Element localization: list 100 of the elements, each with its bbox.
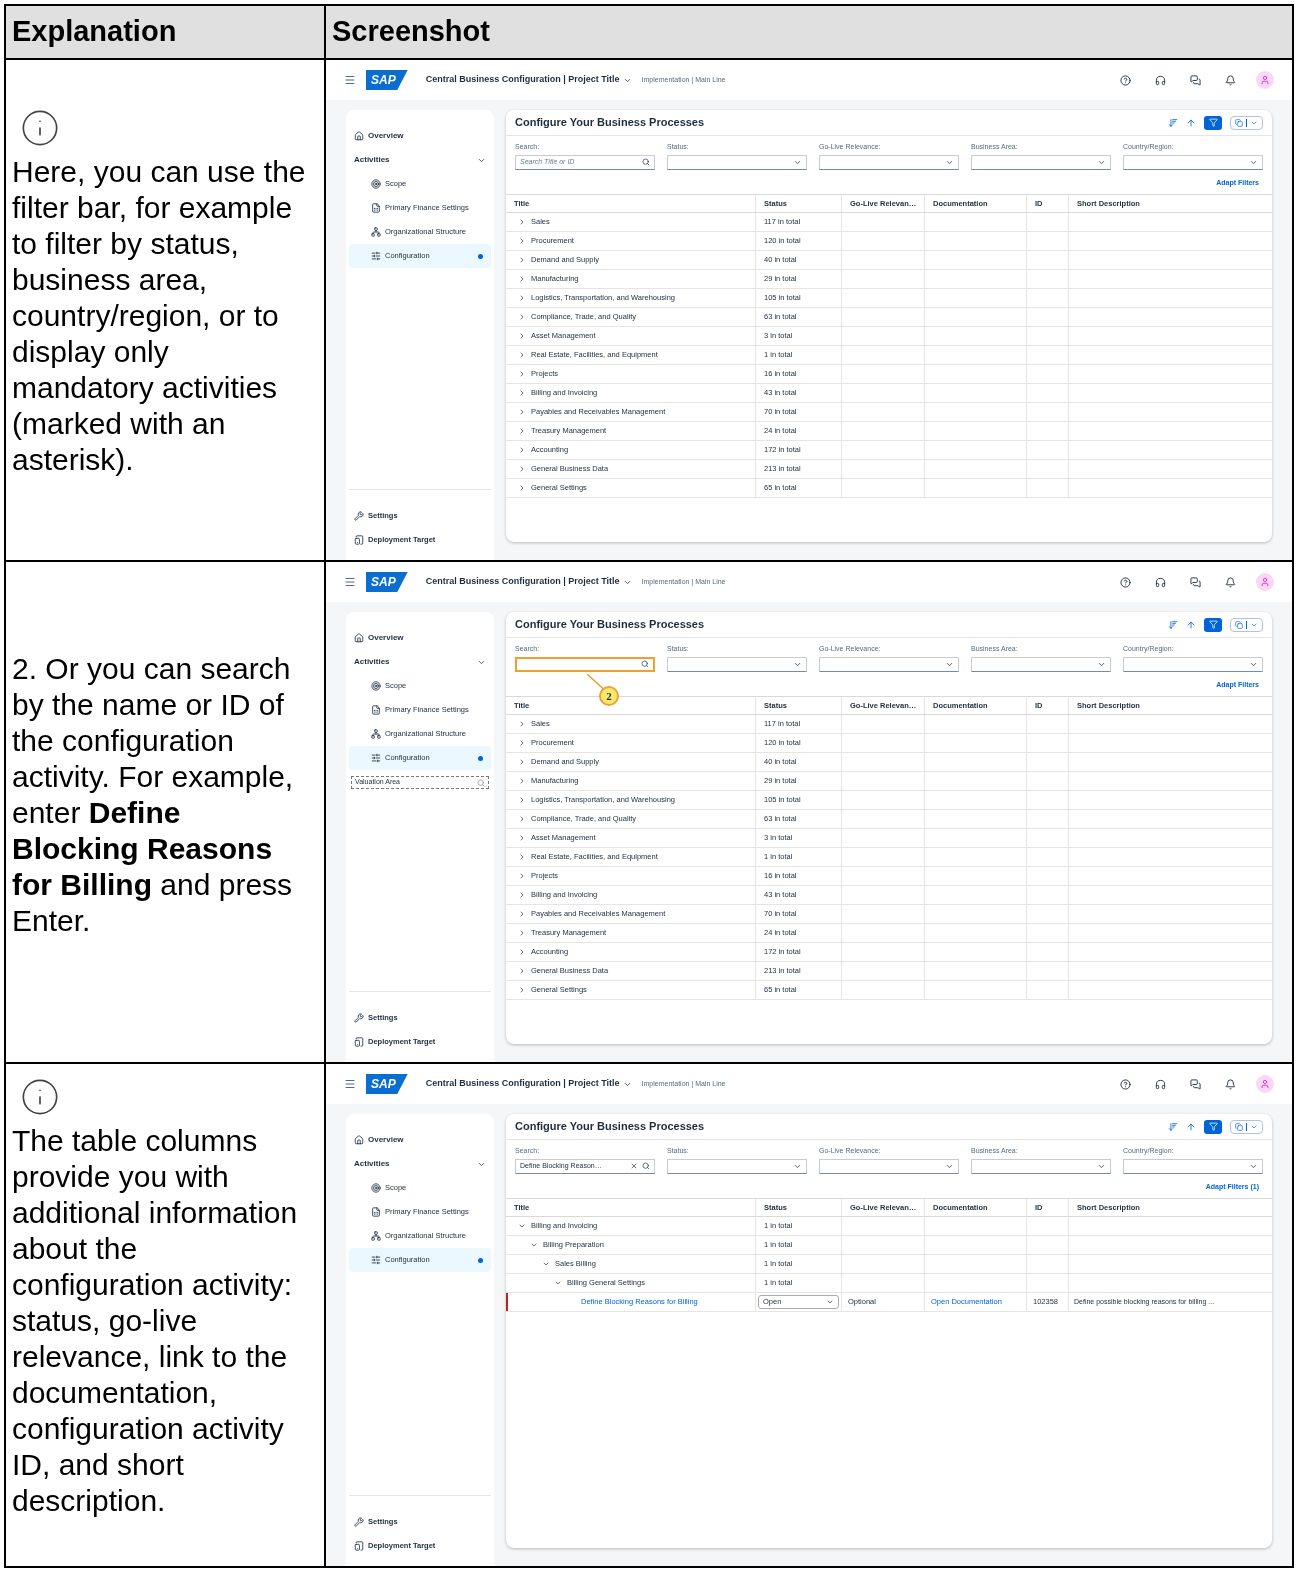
select-field[interactable]: [971, 154, 1111, 170]
menu-icon[interactable]: [344, 1078, 356, 1090]
select-field[interactable]: [819, 656, 959, 672]
copy-menu-button[interactable]: [1230, 115, 1263, 130]
chat-icon[interactable]: [1190, 74, 1201, 86]
chevron-right-icon: [518, 484, 526, 492]
filter-icon: [1208, 1122, 1218, 1131]
logo: SAP: [366, 572, 408, 592]
sidebar-item[interactable]: Overview: [349, 124, 491, 148]
select-field[interactable]: [1123, 154, 1263, 170]
sliders-icon: [371, 753, 381, 763]
chevron-right-icon: [518, 446, 526, 454]
app-title[interactable]: Central Business Configuration | Project Title: [425, 575, 632, 589]
chevron-down-icon: [518, 1222, 526, 1230]
spreadsheet-icon: [371, 705, 381, 715]
explanation-text: The table columns provide you with additional information about the configuration activity: status, go-live relevance, link to the documentation, configuration activity ID, and short description.: [12, 1123, 299, 1519]
select-field[interactable]: [667, 656, 807, 672]
explanation-text: Here, you can use the filter bar, for example to filter by status, business area, country/region, or to display only mandatory activities (marked with an asterisk).: [12, 154, 307, 478]
chevron-down-icon: [826, 1298, 834, 1306]
row-marker: [506, 1293, 508, 1311]
chevron-right-icon: [518, 275, 526, 283]
chevron-right-icon: [518, 294, 526, 302]
select-field[interactable]: [819, 154, 959, 170]
chevron-right-icon: [518, 332, 526, 340]
select-field[interactable]: [971, 1158, 1111, 1174]
spreadsheet-icon: [371, 203, 381, 213]
copy-icon: [1235, 118, 1243, 127]
tablet-icon: [354, 1541, 364, 1551]
sort-ascending-icon[interactable]: [1186, 117, 1196, 128]
sidebar-group[interactable]: Activities: [349, 148, 491, 172]
menu-icon[interactable]: [344, 74, 356, 86]
notification-icon[interactable]: [1225, 74, 1236, 86]
chevron-right-icon: [518, 720, 526, 728]
avatar[interactable]: [1256, 1075, 1274, 1093]
page-title: Configure Your Business Processes: [515, 617, 705, 633]
sort-descending-icon[interactable]: [1168, 1121, 1178, 1132]
column-header: Explanation: [6, 6, 326, 58]
chevron-right-icon: [518, 967, 526, 975]
notification-icon[interactable]: [1225, 1078, 1236, 1090]
copy-menu-button[interactable]: [1230, 617, 1263, 632]
info-icon: [20, 108, 60, 148]
clear-icon[interactable]: [630, 1162, 638, 1170]
sidebar-item[interactable]: Overview: [349, 1128, 491, 1152]
search-field[interactable]: [515, 656, 655, 672]
app-title[interactable]: Central Business Configuration | Project Title: [425, 1077, 632, 1091]
chat-icon[interactable]: [1190, 1078, 1201, 1090]
chevron-down-icon: [530, 1241, 538, 1249]
logo: SAP: [366, 70, 408, 90]
sidebar-item[interactable]: Overview: [349, 626, 491, 650]
tablet-icon: [354, 1037, 364, 1047]
chevron-right-icon: [518, 351, 526, 359]
app-title[interactable]: Central Business Configuration | Project Title: [425, 73, 632, 87]
headset-icon[interactable]: [1155, 576, 1166, 588]
chevron-down-icon: [542, 1260, 550, 1268]
select-field[interactable]: [667, 1158, 807, 1174]
sort-descending-icon[interactable]: [1168, 619, 1178, 630]
home-icon: [354, 131, 364, 141]
search-icon[interactable]: [642, 158, 650, 166]
help-icon[interactable]: [1120, 1078, 1131, 1090]
filter-button[interactable]: [1204, 115, 1222, 130]
avatar[interactable]: [1256, 573, 1274, 591]
avatar[interactable]: [1256, 71, 1274, 89]
filter-button[interactable]: [1204, 1119, 1222, 1134]
chevron-right-icon: [518, 370, 526, 378]
sort-ascending-icon[interactable]: [1186, 1121, 1196, 1132]
chevron-right-icon: [518, 758, 526, 766]
chevron-right-icon: [518, 389, 526, 397]
target-icon: [371, 681, 381, 691]
chat-icon[interactable]: [1190, 576, 1201, 588]
select-field[interactable]: [819, 1158, 959, 1174]
help-icon[interactable]: [1120, 74, 1131, 86]
chevron-right-icon: [518, 427, 526, 435]
sliders-icon: [371, 1255, 381, 1265]
notification-icon[interactable]: [1225, 576, 1236, 588]
sidebar-group[interactable]: Activities: [349, 650, 491, 674]
chevron-right-icon: [518, 218, 526, 226]
select-field[interactable]: [667, 154, 807, 170]
copy-icon: [1235, 1122, 1243, 1131]
search-icon[interactable]: [642, 1162, 650, 1170]
chevron-right-icon: [518, 796, 526, 804]
headset-icon[interactable]: [1155, 74, 1166, 86]
filter-button[interactable]: [1204, 617, 1222, 632]
help-icon[interactable]: [1120, 576, 1131, 588]
sort-ascending-icon[interactable]: [1186, 619, 1196, 630]
select-field[interactable]: [1123, 1158, 1263, 1174]
headset-icon[interactable]: [1155, 1078, 1166, 1090]
search-icon: [477, 778, 485, 787]
chevron-right-icon: [518, 948, 526, 956]
menu-icon[interactable]: [344, 576, 356, 588]
wrench-icon: [354, 511, 364, 521]
search-icon[interactable]: [641, 660, 649, 668]
hierarchy-icon: [371, 1231, 381, 1241]
chevron-right-icon: [518, 834, 526, 842]
filter-icon: [1208, 118, 1218, 127]
select-field[interactable]: [1123, 656, 1263, 672]
copy-menu-button[interactable]: [1230, 1119, 1263, 1134]
sliders-icon: [371, 251, 381, 261]
sidebar-group[interactable]: Activities: [349, 1152, 491, 1176]
sort-descending-icon[interactable]: [1168, 117, 1178, 128]
select-field[interactable]: [971, 656, 1111, 672]
